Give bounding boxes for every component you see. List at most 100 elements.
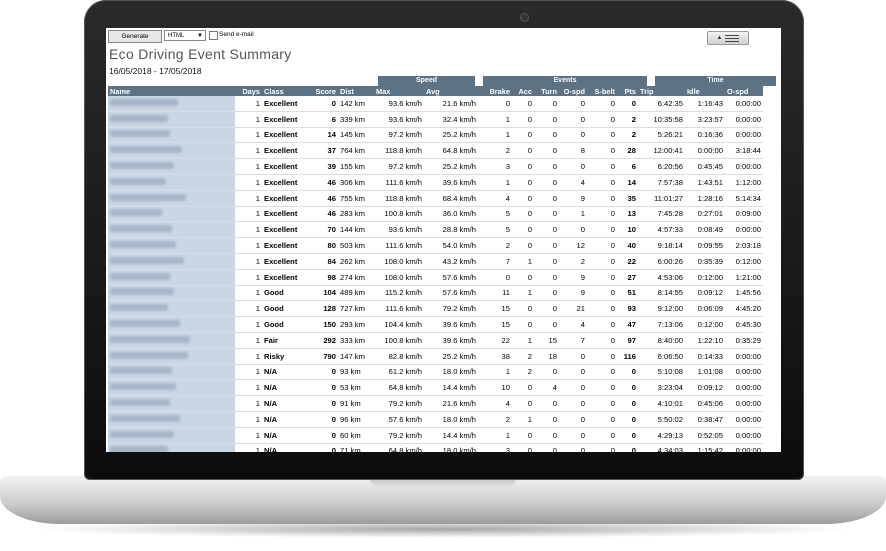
- col-header-dist[interactable]: Dist: [338, 86, 374, 96]
- cell-avg: 25.2 km/h: [424, 158, 478, 175]
- col-header-score[interactable]: Score: [306, 86, 338, 96]
- cell-max: 100.8 km/h: [374, 332, 424, 349]
- cell-ospd: 9: [559, 285, 587, 302]
- cell-days: 1: [235, 206, 262, 223]
- cell-trip: 3:23:04: [638, 379, 685, 397]
- cell-tospd: 0:35:29: [725, 332, 763, 349]
- col-header-sbelt[interactable]: S-belt: [587, 86, 617, 96]
- cell-acc: 0: [512, 111, 534, 128]
- cell-score: 0: [306, 427, 338, 444]
- cell-acc: 1: [512, 332, 534, 349]
- cell-sbelt: 0: [587, 285, 617, 302]
- col-header-avg[interactable]: Avg: [424, 86, 478, 96]
- cell-trip: 9:12:00: [638, 300, 685, 318]
- cell-brake: 1: [478, 127, 512, 144]
- cell-idle: 3:23:57: [685, 111, 725, 128]
- cell-dist: 155 km: [338, 158, 374, 175]
- cell-turn: 0: [534, 174, 559, 191]
- cell-days: 1: [235, 348, 262, 365]
- col-header-class[interactable]: Class: [262, 86, 306, 96]
- cell-tospd: 0:09:00: [725, 206, 763, 223]
- cell-trip: 5:26:21: [638, 127, 685, 144]
- cell-avg: 18.0 km/h: [424, 364, 478, 381]
- col-header-turn[interactable]: Turn: [534, 86, 559, 96]
- cell-sbelt: 0: [587, 221, 617, 239]
- col-header-time-ospd[interactable]: O-spd: [725, 86, 763, 96]
- cell-sbelt: 0: [587, 300, 617, 318]
- col-header-idle[interactable]: Idle: [685, 86, 725, 96]
- cell-dist: 144 km: [338, 221, 374, 239]
- cell-brake: 5: [478, 206, 512, 223]
- cell-idle: 0:09:12: [685, 285, 725, 302]
- camera-icon: [520, 13, 529, 22]
- cell-sbelt: 0: [587, 111, 617, 128]
- cell-idle: 0:52:05: [685, 427, 725, 444]
- cell-sbelt: 0: [587, 96, 617, 112]
- col-header-pts[interactable]: Pts: [617, 86, 638, 96]
- cell-tospd: 1:21:00: [725, 269, 763, 286]
- col-header-trip[interactable]: Trip: [638, 86, 685, 96]
- cell-avg: 54.0 km/h: [424, 237, 478, 254]
- cell-trip: 7:57:38: [638, 174, 685, 191]
- cell-idle: 0:12:00: [685, 269, 725, 286]
- cell-max: 93.6 km/h: [374, 221, 424, 239]
- cell-max: 79.2 km/h: [374, 395, 424, 412]
- cell-sbelt: 0: [587, 348, 617, 365]
- chevron-down-icon: ▼: [197, 33, 203, 39]
- cell-dist: 147 km: [338, 348, 374, 365]
- cell-turn: 18: [534, 348, 559, 365]
- cell-score: 46: [306, 206, 338, 223]
- cell-tospd: 0:00:00: [725, 221, 763, 239]
- cell-max: 79.2 km/h: [374, 427, 424, 444]
- hamburger-icon: [725, 34, 740, 42]
- group-header-speed: Speed: [378, 76, 475, 86]
- format-select[interactable]: HTML ▼: [164, 30, 206, 41]
- menu-button[interactable]: ▲: [707, 31, 749, 45]
- table-row: 1 Fair 292 333 km 100.8 km/h 39.6 km/h 22 1 15 7 0…: [108, 332, 763, 349]
- cell-max: 118.8 km/h: [374, 142, 424, 160]
- redacted-name-blur: [110, 272, 170, 280]
- cell-dist: 755 km: [338, 190, 374, 207]
- cell-dist: 96 km: [338, 411, 374, 428]
- cell-acc: 0: [512, 206, 534, 223]
- col-header-acc[interactable]: Acc: [512, 86, 534, 96]
- cell-ospd: 0: [559, 221, 587, 239]
- cell-acc: 1: [512, 285, 534, 302]
- cell-max: 111.6 km/h: [374, 174, 424, 191]
- cell-class: Excellent: [262, 142, 306, 160]
- redacted-name-blur: [110, 193, 186, 201]
- col-header-brake[interactable]: Brake: [478, 86, 512, 96]
- redacted-name-blur: [110, 351, 188, 359]
- table-row: 1 Excellent 46 283 km 100.8 km/h 36.0 km/h 5 0 0…: [108, 206, 763, 223]
- cell-idle: 0:38:47: [685, 411, 725, 428]
- cell-sbelt: 0: [587, 316, 617, 333]
- cell-class: Excellent: [262, 127, 306, 144]
- cell-avg: 64.8 km/h: [424, 142, 478, 160]
- cell-tospd: 0:12:00: [725, 253, 763, 270]
- col-header-max[interactable]: Max: [374, 86, 424, 96]
- cell-ospd: 4: [559, 174, 587, 191]
- cell-pts: 51: [617, 285, 638, 302]
- cell-acc: 0: [512, 174, 534, 191]
- cell-ospd: 0: [559, 158, 587, 175]
- redacted-name-blur: [110, 177, 166, 185]
- cell-dist: 262 km: [338, 253, 374, 270]
- cell-trip: 5:10:08: [638, 364, 685, 381]
- cell-trip: 6:20:56: [638, 158, 685, 175]
- cell-brake: 10: [478, 379, 512, 397]
- col-header-days[interactable]: Days: [235, 86, 262, 96]
- triangle-up-icon: ▲: [716, 35, 723, 41]
- cell-name-redacted: [108, 221, 235, 239]
- cell-ospd: 0: [559, 427, 587, 444]
- cell-days: 1: [235, 158, 262, 175]
- cell-tospd: 0:00:00: [725, 111, 763, 128]
- cell-dist: 60 km: [338, 427, 374, 444]
- generate-button[interactable]: Generate: [108, 30, 162, 43]
- cell-acc: 0: [512, 443, 534, 452]
- send-email-checkbox[interactable]: [209, 31, 218, 40]
- col-header-event-ospd[interactable]: O-spd: [559, 86, 587, 96]
- cell-turn: 0: [534, 96, 559, 112]
- cell-avg: 39.6 km/h: [424, 332, 478, 349]
- col-header-name[interactable]: Name: [108, 86, 235, 96]
- cell-brake: 5: [478, 221, 512, 239]
